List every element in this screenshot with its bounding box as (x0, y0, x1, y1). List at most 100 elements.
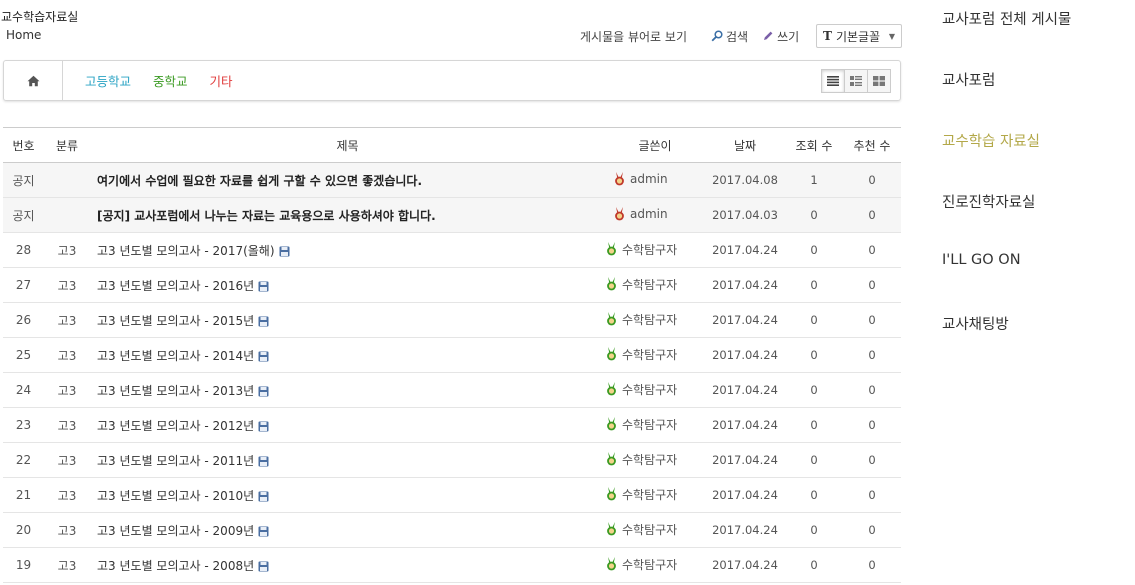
category-high-school[interactable]: 고등학교 (85, 71, 131, 90)
row-views: 0 (785, 267, 843, 303)
row-title-cell: 고3 년도별 모의고사 - 2014년 (90, 337, 605, 373)
webzine-view-icon (850, 76, 862, 86)
row-author[interactable]: 수학탐구자 (622, 521, 677, 538)
row-author[interactable]: admin (630, 172, 668, 186)
row-likes: 0 (843, 512, 901, 548)
member-medal-icon (607, 417, 616, 431)
row-title-link[interactable]: 고3 년도별 모의고사 - 2010년 (97, 489, 254, 503)
row-date: 2017.04.24 (705, 232, 785, 268)
row-category[interactable]: 고3 (44, 302, 90, 338)
row-no: 25 (3, 337, 44, 373)
row-title-link[interactable]: 고3 년도별 모의고사 - 2017(올해) (97, 244, 275, 258)
side-nav-item[interactable]: 교수학습 자료실 (942, 130, 1071, 191)
view-in-viewer-label: 게시물을 뷰어로 보기 (580, 29, 687, 44)
row-views: 1 (785, 162, 843, 198)
row-author[interactable]: 수학탐구자 (622, 241, 677, 258)
view-mode-group (821, 69, 891, 93)
row-category[interactable]: 고3 (44, 547, 90, 583)
row-date: 2017.04.24 (705, 407, 785, 443)
row-author-cell: 수학탐구자 (605, 407, 705, 443)
col-header-date[interactable]: 날짜 (705, 127, 785, 163)
write-button[interactable]: 쓰기 (762, 28, 799, 45)
row-author[interactable]: 수학탐구자 (622, 451, 677, 468)
side-nav-item[interactable]: 교사포럼 (942, 69, 1071, 130)
member-medal-icon (615, 206, 624, 220)
row-category[interactable]: 고3 (44, 372, 90, 408)
side-nav-item[interactable]: 진로진학자료실 (942, 191, 1071, 252)
row-title-link[interactable]: 고3 년도별 모의고사 - 2008년 (97, 559, 254, 573)
floppy-disk-icon (258, 351, 269, 361)
row-category[interactable]: 고3 (44, 232, 90, 268)
row-author[interactable]: 수학탐구자 (622, 346, 677, 363)
webzine-view-button[interactable] (844, 69, 868, 93)
col-header-views[interactable]: 조회 수 (785, 127, 843, 163)
board-title: 교수학습자료실 (1, 10, 79, 24)
row-likes: 0 (843, 477, 901, 513)
gallery-view-icon (873, 76, 885, 86)
row-title-cell: 고3 년도별 모의고사 - 2017(올해) (90, 232, 605, 268)
row-author-cell: admin (605, 197, 705, 233)
row-author-cell: 수학탐구자 (605, 232, 705, 268)
table-row: 19 고3 고3 년도별 모의고사 - 2008년 수학탐구자 2017.04.… (3, 547, 901, 583)
table-row: 21 고3 고3 년도별 모의고사 - 2010년 수학탐구자 2017.04.… (3, 477, 901, 513)
search-button[interactable]: 검색 (711, 28, 748, 45)
home-button[interactable] (4, 61, 63, 100)
list-view-button[interactable] (821, 69, 845, 93)
row-author[interactable]: 수학탐구자 (622, 276, 677, 293)
row-category[interactable]: 고3 (44, 267, 90, 303)
row-author[interactable]: 수학탐구자 (622, 311, 677, 328)
row-author-cell: 수학탐구자 (605, 477, 705, 513)
row-category[interactable]: 고3 (44, 337, 90, 373)
category-etc[interactable]: 기타 (210, 71, 233, 90)
col-header-author[interactable]: 글쓴이 (605, 127, 705, 163)
side-nav-item[interactable]: 교사포럼 전체 게시물 (942, 8, 1071, 69)
row-likes: 0 (843, 267, 901, 303)
row-author-cell: 수학탐구자 (605, 302, 705, 338)
row-author[interactable]: admin (630, 207, 668, 221)
row-author[interactable]: 수학탐구자 (622, 381, 677, 398)
side-nav-item[interactable]: I'LL GO ON (942, 252, 1071, 313)
row-title-link[interactable]: 여기에서 수업에 필요한 자료를 쉽게 구할 수 있으면 좋겠습니다. (97, 174, 422, 188)
side-nav-item[interactable]: 교사채팅방 (942, 313, 1071, 374)
row-title-link[interactable]: [공지] 교사포럼에서 나누는 자료는 교육용으로 사용하셔야 합니다. (97, 209, 436, 223)
row-views: 0 (785, 302, 843, 338)
gallery-view-button[interactable] (867, 69, 891, 93)
row-title-link[interactable]: 고3 년도별 모의고사 - 2016년 (97, 279, 254, 293)
row-category[interactable]: 고3 (44, 407, 90, 443)
table-row: 28 고3 고3 년도별 모의고사 - 2017(올해) 수학탐구자 2017.… (3, 232, 901, 268)
row-title-link[interactable]: 고3 년도별 모의고사 - 2015년 (97, 314, 254, 328)
row-title-cell: 고3 년도별 모의고사 - 2016년 (90, 267, 605, 303)
member-medal-icon (607, 347, 616, 361)
row-title-link[interactable]: 고3 년도별 모의고사 - 2014년 (97, 349, 254, 363)
row-author[interactable]: 수학탐구자 (622, 416, 677, 433)
row-no: 28 (3, 232, 44, 268)
row-category[interactable]: 고3 (44, 477, 90, 513)
row-likes: 0 (843, 197, 901, 233)
category-middle-school[interactable]: 중학교 (153, 71, 188, 90)
row-date: 2017.04.24 (705, 267, 785, 303)
font-select[interactable]: T 기본글꼴 ▼ (816, 24, 902, 48)
col-header-likes[interactable]: 추천 수 (843, 127, 901, 163)
view-in-viewer-link[interactable]: 게시물을 뷰어로 보기 (580, 28, 687, 45)
row-title-link[interactable]: 고3 년도별 모의고사 - 2011년 (97, 454, 254, 468)
row-author[interactable]: 수학탐구자 (622, 556, 677, 573)
row-title-link[interactable]: 고3 년도별 모의고사 - 2012년 (97, 419, 254, 433)
board-toolbar: 게시물을 뷰어로 보기 검색 쓰기 (580, 24, 813, 48)
row-category (44, 197, 90, 233)
row-title-link[interactable]: 고3 년도별 모의고사 - 2009년 (97, 524, 254, 538)
member-medal-icon (607, 522, 616, 536)
row-likes: 0 (843, 407, 901, 443)
home-icon (27, 75, 39, 86)
row-title-link[interactable]: 고3 년도별 모의고사 - 2013년 (97, 384, 254, 398)
row-category[interactable]: 고3 (44, 512, 90, 548)
breadcrumb-home[interactable]: Home (6, 28, 41, 42)
row-category[interactable]: 고3 (44, 442, 90, 478)
member-medal-icon (607, 277, 616, 291)
row-title-cell: 고3 년도별 모의고사 - 2015년 (90, 302, 605, 338)
row-author-cell: admin (605, 162, 705, 198)
row-author[interactable]: 수학탐구자 (622, 486, 677, 503)
row-no: 공지 (3, 162, 44, 198)
row-date: 2017.04.24 (705, 512, 785, 548)
table-row: 25 고3 고3 년도별 모의고사 - 2014년 수학탐구자 2017.04.… (3, 337, 901, 373)
row-title-cell: 고3 년도별 모의고사 - 2008년 (90, 547, 605, 583)
